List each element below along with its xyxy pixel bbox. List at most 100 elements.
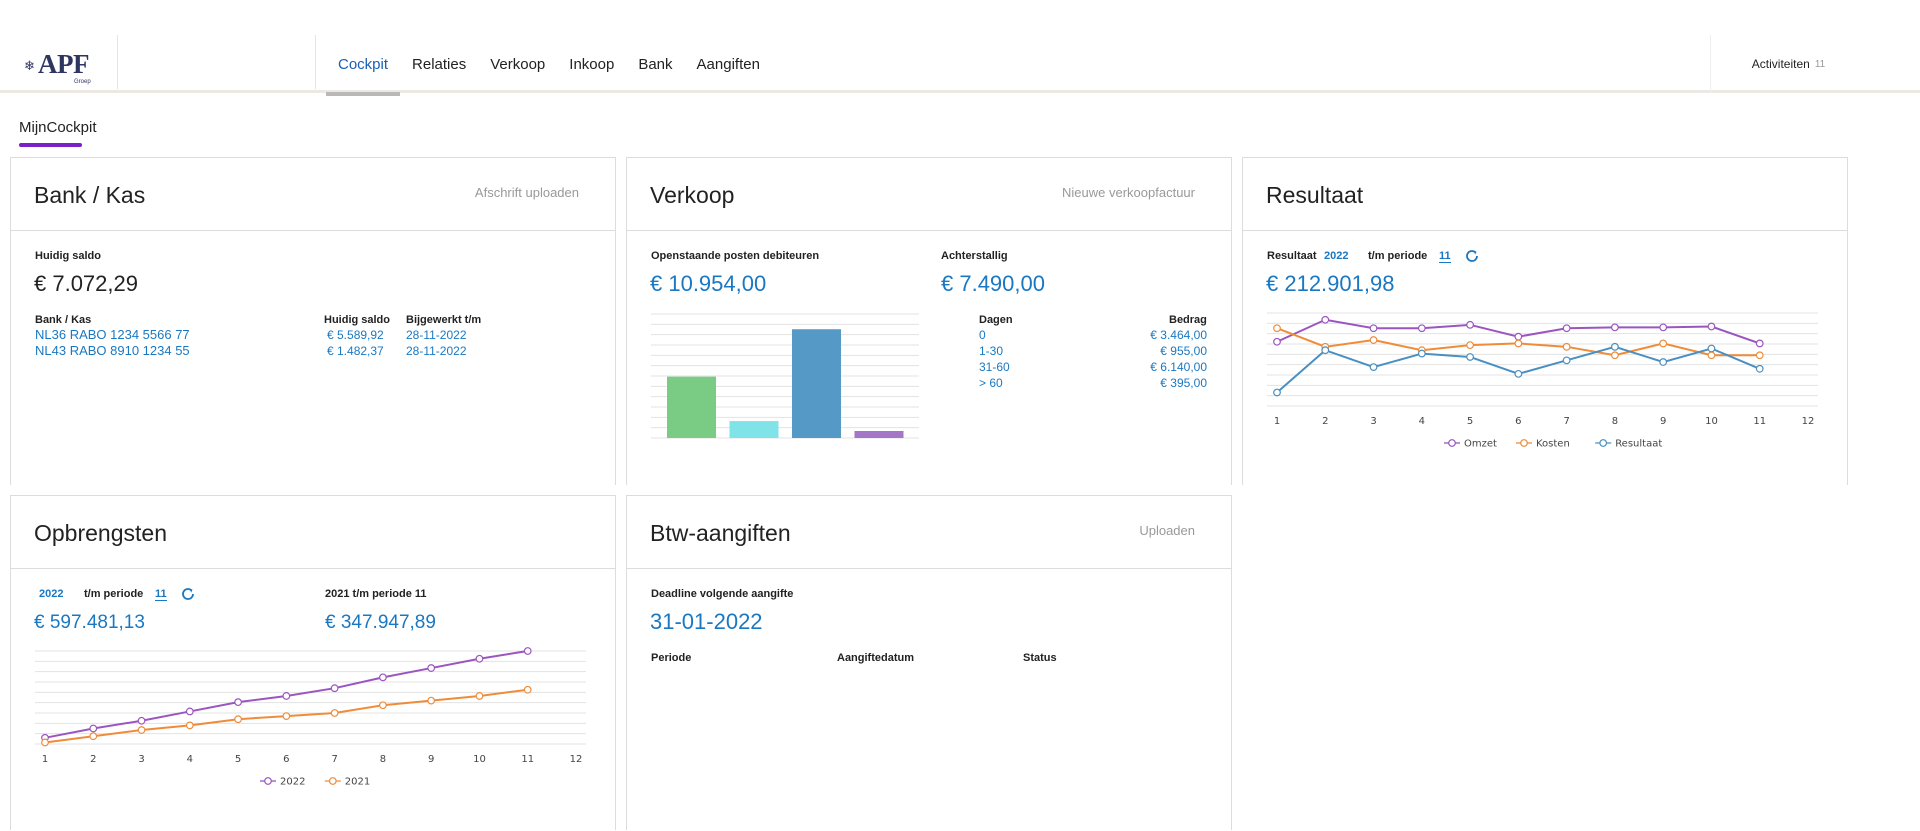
tick-label: 8 <box>380 754 386 765</box>
days-value: 31-60 <box>979 360 1010 374</box>
tick-label: 12 <box>570 754 583 765</box>
deadline-value: 31-01-2022 <box>650 609 763 634</box>
days-value: 1-30 <box>979 344 1004 358</box>
col-amount: Bedrag <box>1169 314 1207 326</box>
card-title: Bank / Kas <box>34 182 146 208</box>
col-status: Status <box>1023 652 1057 664</box>
company-logo[interactable]: ❄ APF Groep <box>22 49 118 85</box>
legend-marker <box>1448 439 1456 447</box>
tab-mijncockpit[interactable]: MijnCockpit <box>19 119 97 136</box>
upload-statement-link[interactable]: Afschrift uploaden <box>475 185 579 200</box>
data-point <box>1321 315 1330 324</box>
data-point <box>330 709 339 717</box>
data-point <box>1417 349 1426 358</box>
days-value: 0 <box>979 328 986 342</box>
amount-value: € 6.140,00 <box>1150 360 1207 374</box>
tick-label: 11 <box>1753 416 1766 427</box>
tick-label: 3 <box>138 754 144 765</box>
nav-inkoop[interactable]: Inkoop <box>557 35 626 93</box>
verkoop-bar-chart <box>651 313 919 439</box>
activities-label: Activiteiten <box>1751 57 1810 71</box>
data-point <box>475 692 484 700</box>
data-point <box>1611 342 1619 351</box>
opbrengsten-card: Opbrengsten 2022 t/m periode 11 € 597.48… <box>10 495 616 830</box>
tick-label: 7 <box>331 754 337 765</box>
tick-label: 3 <box>1370 416 1376 427</box>
activities-button[interactable]: Activiteiten 11 <box>1710 35 1866 93</box>
data-point <box>234 698 242 707</box>
nav-cockpit[interactable]: Cockpit <box>326 35 401 96</box>
nav-verkoop[interactable]: Verkoop <box>478 35 557 93</box>
header-divider <box>315 35 316 89</box>
card-title: Btw-aangiften <box>650 520 791 546</box>
nav-bank[interactable]: Bank <box>626 35 684 93</box>
data-point <box>1369 324 1378 333</box>
data-point <box>1273 324 1281 333</box>
account-date: 28-11-2022 <box>406 328 467 342</box>
legend-entry: Omzet <box>1464 439 1497 450</box>
data-point <box>1466 341 1474 350</box>
tick-label: 1 <box>42 754 48 765</box>
data-point <box>1466 353 1474 361</box>
col-days: Dagen <box>979 314 1013 326</box>
data-point <box>1514 339 1523 348</box>
data-point <box>1514 332 1523 341</box>
data-point <box>1755 351 1764 360</box>
top-header: ❄ APF Groep Cockpit Relaties Verkoop Ink… <box>0 35 1920 96</box>
bank-card: Bank / Kas Afschrift uploaden Huidig sal… <box>10 157 616 485</box>
main-nav: Cockpit Relaties Verkoop Inkoop Bank Aan… <box>326 35 772 96</box>
data-point <box>89 724 98 733</box>
resultaat-card: Resultaat Resultaat 2022 t/m periode 11 … <box>1242 157 1848 485</box>
logo-subtext: Groep <box>74 79 91 85</box>
resultaat-line-chart: 1 2 3 4 5 6 7 8 9 10 11 12Omzet Kosten Resultaat <box>1267 312 1818 450</box>
data-point <box>1273 337 1281 346</box>
data-point <box>1707 351 1716 360</box>
nav-aangiften[interactable]: Aangiften <box>685 35 772 93</box>
data-point <box>185 707 194 716</box>
data-point <box>427 696 436 705</box>
bar-31-60 <box>792 329 841 438</box>
account-link[interactable]: NL43 RABO 8910 1234 55 <box>35 343 190 358</box>
tick-label: 1 <box>1274 416 1280 427</box>
data-point <box>1514 369 1523 378</box>
nav-relaties[interactable]: Relaties <box>400 35 478 93</box>
data-point <box>1659 339 1668 348</box>
tick-label: 4 <box>1419 416 1425 427</box>
tick-label: 8 <box>1612 416 1618 427</box>
tab-active-indicator <box>19 143 82 147</box>
data-point <box>427 664 436 672</box>
legend-marker <box>1520 439 1528 447</box>
tick-label: 7 <box>1563 416 1569 427</box>
tick-label: 4 <box>187 754 193 765</box>
data-point <box>1369 336 1378 344</box>
tick-label: 2 <box>1322 416 1328 427</box>
data-point <box>89 732 98 741</box>
bar-1-30 <box>729 421 779 438</box>
data-point <box>330 684 339 693</box>
tick-label: 6 <box>283 754 289 765</box>
card-header: Btw-aangiften Uploaden <box>627 496 1231 569</box>
amount-value: € 955,00 <box>1160 344 1207 358</box>
col-saldo: Huidig saldo <box>324 314 390 326</box>
tick-label: 5 <box>1467 416 1473 427</box>
col-account: Bank / Kas <box>35 314 92 326</box>
data-point <box>1562 356 1571 365</box>
tick-label: 10 <box>1705 416 1718 427</box>
col-period: Periode <box>651 652 692 664</box>
header-divider <box>117 35 118 89</box>
data-point <box>379 701 387 710</box>
data-point <box>41 738 49 747</box>
opbrengsten-line-chart: 1 2 3 4 5 6 7 8 9 10 11 122022 2021 <box>35 647 586 788</box>
account-link[interactable]: NL36 RABO 1234 5566 77 <box>35 327 190 342</box>
snowflake-icon: ❄ <box>24 58 35 73</box>
upload-link[interactable]: Uploaden <box>1139 523 1195 538</box>
amount-value: € 395,00 <box>1160 376 1207 390</box>
data-point <box>475 654 484 663</box>
tick-label: 5 <box>235 754 241 765</box>
bar-0 <box>667 376 716 438</box>
saldo-label: Huidig saldo <box>35 250 101 262</box>
data-point <box>1611 351 1619 360</box>
tick-label: 6 <box>1515 416 1521 427</box>
data-point <box>137 716 146 725</box>
data-point <box>1369 363 1378 372</box>
